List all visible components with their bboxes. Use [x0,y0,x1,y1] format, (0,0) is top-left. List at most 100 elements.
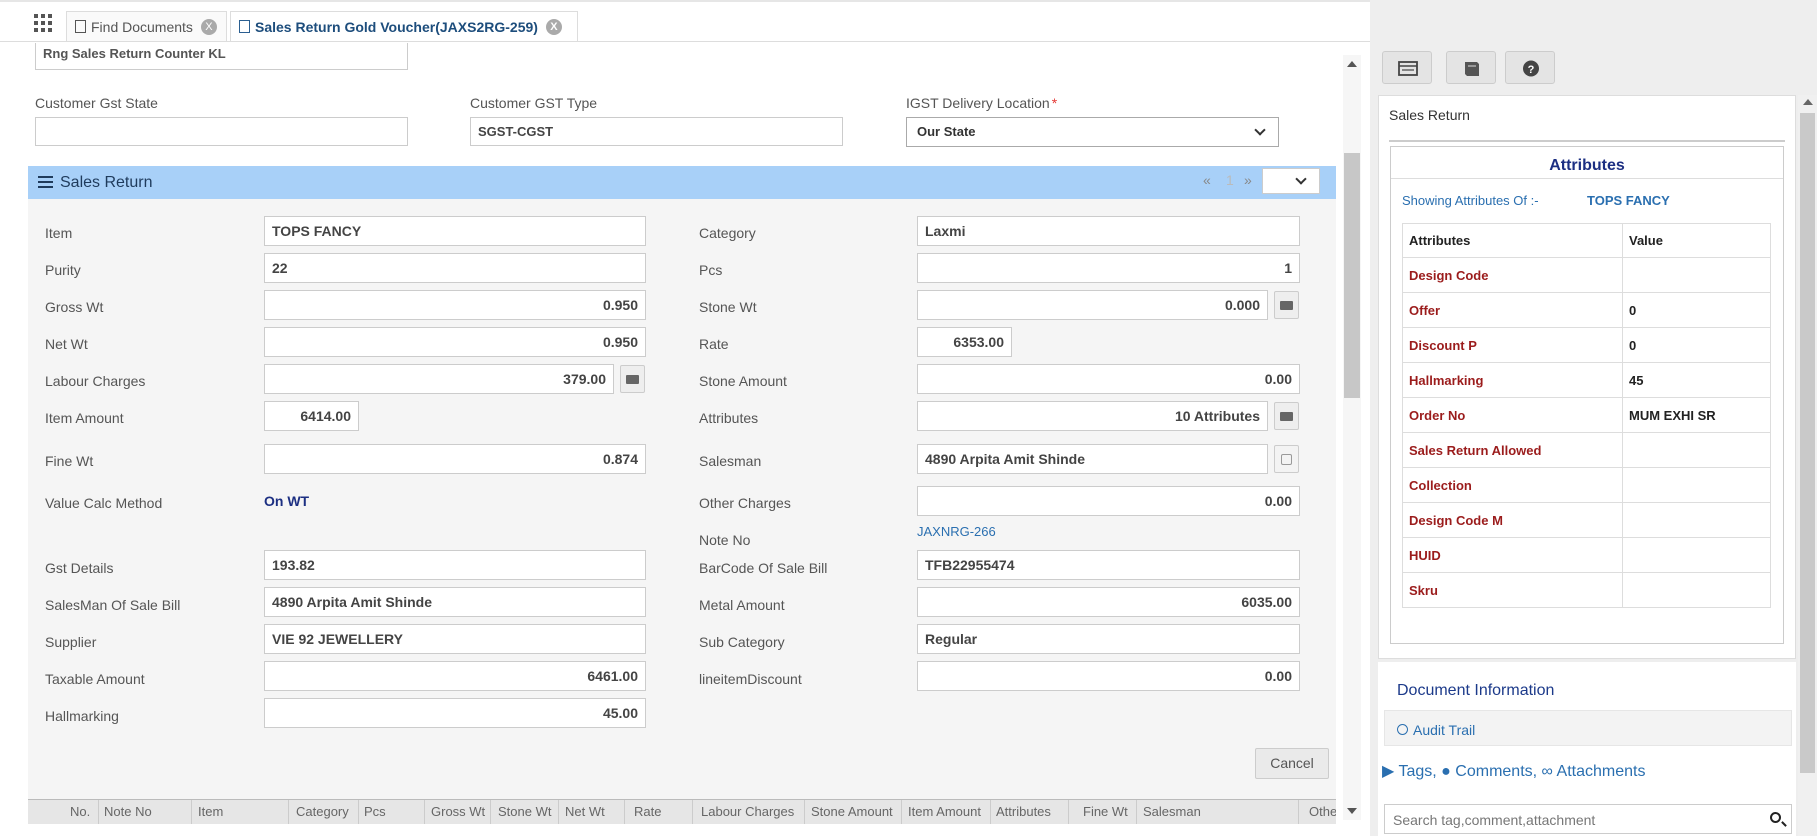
category-input[interactable]: Laxmi [917,216,1300,246]
apps-grid-icon[interactable] [34,14,52,32]
salesman-of-sale-bill-label: SalesMan Of Sale Bill [45,597,181,613]
counter-field[interactable]: Rng Sales Return Counter KL [35,43,408,70]
gst-details-input[interactable]: 193.82 [264,550,646,580]
grid-col-rate[interactable]: Rate [634,804,661,819]
igst-delivery-select[interactable]: Our State [906,117,1279,147]
tab-find-documents[interactable]: Find Documents X [66,11,227,41]
sidebar-scrollbar[interactable] [1798,95,1817,836]
grid-col-category[interactable]: Category [296,804,349,819]
customer-gst-state-input[interactable] [35,117,408,146]
grid-col-net-wt[interactable]: Net Wt [565,804,605,819]
igst-delivery-label-text: IGST Delivery Location [906,95,1050,111]
page-size-select[interactable] [1262,168,1320,194]
taxable-amount-label: Taxable Amount [45,671,145,687]
customer-gst-type-label: Customer GST Type [470,95,598,111]
line-item-discount-input[interactable]: 0.00 [917,661,1300,691]
close-icon[interactable]: X [545,18,562,35]
rate-input[interactable]: 6353.00 [917,327,1012,357]
grid-col-salesman[interactable]: Salesman [1143,804,1201,819]
fine-wt-input[interactable]: 0.874 [264,444,646,474]
grid-col-stone-amount[interactable]: Stone Amount [811,804,893,819]
attributes-input[interactable]: 10 Attributes [917,401,1268,431]
net-wt-input[interactable]: 0.950 [264,327,646,357]
grid-col-item[interactable]: Item [198,804,223,819]
comments-link[interactable]: Comments, [1455,763,1537,780]
labour-charges-input[interactable]: 379.00 [264,364,614,394]
help-button[interactable]: ? [1505,51,1555,84]
folder-open-icon [1280,301,1293,310]
supplier-input[interactable]: VIE 92 JEWELLERY [264,624,646,654]
grid-col-stone-wt[interactable]: Stone Wt [498,804,551,819]
grid-col-pcs[interactable]: Pcs [364,804,386,819]
table-row: Discount P0 [1402,327,1771,363]
close-icon[interactable]: X [200,18,217,35]
grid-col-no[interactable]: No. [70,804,90,819]
grid-col-fine-wt[interactable]: Fine Wt [1083,804,1128,819]
barcode-input[interactable]: TFB22955474 [917,550,1300,580]
other-charges-label: Other Charges [699,495,791,511]
col-attributes: Attributes [1402,223,1623,258]
table-header-row: Attributes Value [1402,223,1771,258]
hallmarking-label: Hallmarking [45,708,119,724]
pager-next[interactable]: » [1244,172,1252,188]
book-button[interactable] [1446,51,1496,84]
attr-key: Skru [1402,572,1623,608]
tab-sales-return-voucher[interactable]: Sales Return Gold Voucher(JAXS2RG-259) X [230,11,578,41]
stone-wt-input[interactable]: 0.000 [917,290,1268,320]
book-icon [1465,62,1479,76]
stone-wt-label: Stone Wt [699,299,757,315]
customer-gst-type-input[interactable]: SGST-CGST [470,117,843,146]
gross-wt-input[interactable]: 0.950 [264,290,646,320]
supplier-label: Supplier [45,634,97,650]
metal-amount-label: Metal Amount [699,597,785,613]
tag-search-input[interactable] [1393,809,1753,831]
hallmarking-input[interactable]: 45.00 [264,698,646,728]
line-item-discount-label: lineitemDiscount [699,671,802,687]
cancel-button[interactable]: Cancel [1255,748,1329,779]
note-no-link[interactable]: JAXNRG-266 [917,524,996,539]
attachments-link[interactable]: Attachments [1557,763,1646,780]
table-row: Skru [1402,572,1771,608]
salesman-of-sale-bill-input[interactable]: 4890 Arpita Amit Shinde [264,587,646,617]
grid-col-gross-wt[interactable]: Gross Wt [431,804,485,819]
audit-trail-item[interactable]: Audit Trail [1384,710,1792,746]
paperclip-icon: ∞ [1541,763,1553,780]
labour-charges-label: Labour Charges [45,373,146,389]
metal-amount-input[interactable]: 6035.00 [917,587,1300,617]
attributes-label: Attributes [699,410,759,426]
stone-wt-button[interactable] [1274,291,1299,319]
grid-col-attributes[interactable]: Attributes [996,804,1051,819]
attr-value [1622,467,1771,503]
sub-category-input[interactable]: Regular [917,624,1300,654]
table-view-button[interactable] [1382,51,1432,84]
pager-page[interactable]: 1 [1226,172,1234,188]
pcs-input[interactable]: 1 [917,253,1300,283]
item-amount-input[interactable]: 6414.00 [264,401,359,431]
tags-link[interactable]: Tags, [1398,763,1436,780]
salesman-input[interactable]: 4890 Arpita Amit Shinde [917,444,1268,474]
table-row: Design Code [1402,257,1771,293]
grid-col-labour-charges[interactable]: Labour Charges [701,804,794,819]
taxable-amount-input[interactable]: 6461.00 [264,661,646,691]
pager-prev[interactable]: « [1203,172,1211,188]
item-input[interactable]: TOPS FANCY [264,216,646,246]
salesman-edit-button[interactable] [1274,445,1299,473]
form-scrollbar[interactable] [1343,55,1361,820]
section-title: Sales Return [60,174,153,191]
stone-amount-input[interactable]: 0.00 [917,364,1300,394]
search-icon[interactable] [1770,812,1781,823]
labour-charges-button[interactable] [620,365,645,393]
grid-col-other[interactable]: Othe [1309,804,1336,819]
customer-gst-state-label: Customer Gst State [35,95,158,111]
other-charges-input[interactable]: 0.00 [917,486,1300,516]
showing-value: TOPS FANCY [1587,193,1670,208]
attributes-button[interactable] [1274,402,1299,430]
purity-input[interactable]: 22 [264,253,646,283]
folder-open-icon [1280,412,1293,421]
audit-trail-label: Audit Trail [1413,722,1476,738]
sub-category-label: Sub Category [699,634,785,650]
value-calc-method-label: Value Calc Method [45,495,163,511]
grid-col-item-amount[interactable]: Item Amount [908,804,981,819]
grid-col-note-no[interactable]: Note No [104,804,152,819]
tag-search-box [1384,804,1792,834]
